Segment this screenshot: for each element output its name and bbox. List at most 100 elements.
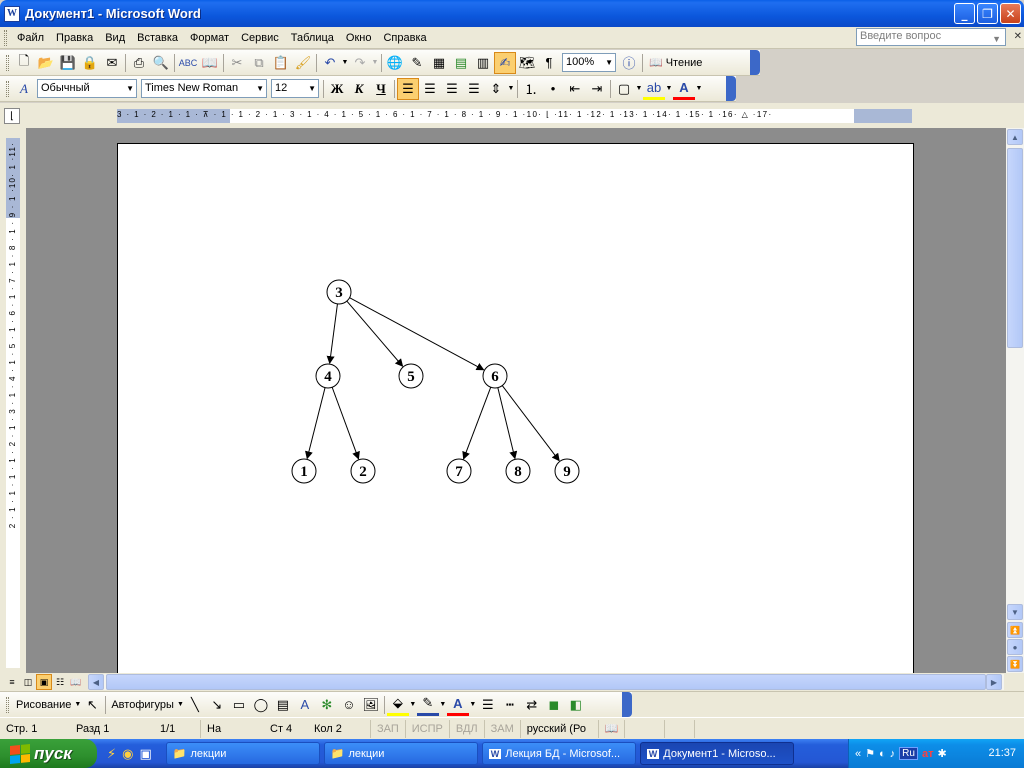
normal-view-icon[interactable]: ≡	[4, 674, 20, 690]
arrow-icon[interactable]: ↘	[206, 694, 228, 716]
tree-node[interactable]: 1	[291, 458, 317, 484]
menu-table[interactable]: Таблица	[285, 30, 340, 46]
scroll-down-icon[interactable]: ▼	[1007, 604, 1023, 620]
help-icon[interactable]: ⓘ	[618, 52, 640, 74]
diagram-icon[interactable]: ✻	[316, 694, 338, 716]
menu-edit[interactable]: Правка	[50, 30, 99, 46]
security-icon[interactable]: ◐	[879, 748, 886, 760]
italic-button[interactable]: К	[348, 78, 370, 100]
align-right-icon[interactable]: ☰	[441, 78, 463, 100]
reading-layout-button[interactable]: 📖 Чтение	[645, 56, 706, 70]
tree-edge-arrow[interactable]	[501, 385, 560, 462]
scroll-left-icon[interactable]: ◀	[88, 674, 104, 690]
start-button[interactable]: пуск	[0, 739, 97, 768]
menu-format[interactable]: Формат	[184, 30, 235, 46]
undo-dropdown-icon[interactable]: ▼	[341, 52, 349, 74]
tree-node[interactable]: 2	[350, 458, 376, 484]
tray-expand-icon[interactable]: «	[855, 748, 861, 760]
close-button[interactable]: ✕	[1000, 3, 1021, 24]
menu-window[interactable]: Окно	[340, 30, 378, 46]
tree-node[interactable]: 3	[326, 279, 352, 305]
picture-icon[interactable]: 🖼	[360, 694, 382, 716]
styles-formatting-icon[interactable]: A	[13, 78, 35, 100]
dash-style-icon[interactable]: ┅	[499, 694, 521, 716]
spelling-status-icon[interactable]: 📖	[597, 719, 625, 738]
tree-edge-arrow[interactable]	[462, 387, 492, 460]
wordart-icon[interactable]: A	[294, 694, 316, 716]
select-objects-icon[interactable]: ↖	[81, 694, 103, 716]
print-preview-icon[interactable]: 🔍	[150, 52, 172, 74]
arrow-style-icon[interactable]: ⇄	[521, 694, 543, 716]
toolbar-grip[interactable]	[6, 696, 9, 713]
minimize-button[interactable]: _	[954, 3, 975, 24]
horizontal-scroll-thumb[interactable]	[106, 674, 986, 690]
cut-icon[interactable]: ✂	[226, 52, 248, 74]
taskbar-item-word-active[interactable]: W Документ1 - Microso...	[639, 742, 794, 765]
speaker-icon[interactable]: ♪	[890, 748, 896, 760]
taskbar-item-folder[interactable]: 📁 лекции	[165, 742, 320, 765]
tree-node[interactable]: 4	[315, 363, 341, 389]
tab-selector-button[interactable]: ⌊	[4, 108, 20, 124]
tables-borders-icon[interactable]: ✎	[406, 52, 428, 74]
font-size-combo[interactable]: 12 ▼	[271, 79, 319, 98]
status-rec[interactable]: ЗАП	[370, 719, 405, 738]
toolbar-grip[interactable]	[6, 80, 9, 97]
browse-object-icon[interactable]: ●	[1007, 639, 1023, 655]
language-indicator[interactable]: Ru	[899, 747, 918, 760]
open-folder-icon[interactable]: 📂	[35, 52, 57, 74]
highlight-dropdown-icon[interactable]: ▼	[665, 78, 673, 100]
clipart-icon[interactable]: ☺	[338, 694, 360, 716]
save-icon[interactable]: 💾	[57, 52, 79, 74]
oval-icon[interactable]: ◯	[250, 694, 272, 716]
chevron-down-icon[interactable]: ▼	[74, 701, 81, 708]
reading-view-icon[interactable]: 📖	[68, 674, 84, 690]
status-ext[interactable]: ВДЛ	[448, 719, 484, 738]
desktop-icon[interactable]: ▣	[139, 746, 151, 762]
status-language[interactable]: русский (Ро	[519, 719, 598, 738]
format-painter-icon[interactable]: 🖌	[292, 52, 314, 74]
autoshapes-button[interactable]: Автофигуры	[108, 699, 177, 711]
tree-node[interactable]: 6	[482, 363, 508, 389]
textbox-icon[interactable]: ▤	[272, 694, 294, 716]
font-combo[interactable]: Times New Roman ▼	[141, 79, 267, 98]
next-page-icon[interactable]: ⏬	[1007, 656, 1023, 672]
tree-diagram[interactable]: 3 4 5 6 1 2 7 8 9	[118, 144, 915, 673]
insert-table-icon[interactable]: ▦	[428, 52, 450, 74]
toolbar-grip[interactable]	[4, 29, 7, 46]
chevron-down-icon[interactable]: ▼	[308, 84, 316, 93]
font-color-icon[interactable]: A	[673, 78, 695, 100]
style-combo[interactable]: Обычный ▼	[37, 79, 137, 98]
numbering-icon[interactable]: ⒈	[520, 78, 542, 100]
word-app-icon[interactable]: W	[4, 5, 20, 22]
vertical-ruler[interactable]: 2 · 1 · 1 · 1 · 1 · 2 · 1 · 3 · 1 · 4 · …	[6, 138, 20, 668]
line-color-icon[interactable]: ✎	[416, 694, 439, 716]
justify-icon[interactable]: ☰	[463, 78, 485, 100]
menu-file[interactable]: Файл	[11, 30, 50, 46]
taskbar-item-word[interactable]: W Лекция БД - Microsof...	[481, 742, 636, 765]
menu-tools[interactable]: Сервис	[235, 30, 285, 46]
tree-edge-arrow[interactable]	[326, 303, 338, 365]
vertical-scrollbar[interactable]: ▲ ▼ ⏫ ● ⏬	[1006, 128, 1024, 673]
chevron-down-icon[interactable]: ▼	[992, 34, 1001, 44]
taskbar-item-folder[interactable]: 📁 лекции	[323, 742, 478, 765]
new-document-icon[interactable]: 🗋	[13, 52, 35, 74]
borders-icon[interactable]: ▢	[613, 78, 635, 100]
chevron-down-icon[interactable]: ▼	[256, 84, 264, 93]
align-center-icon[interactable]: ☰	[419, 78, 441, 100]
network-icon[interactable]: ⚑	[865, 747, 875, 760]
email-icon[interactable]: ✉	[101, 52, 123, 74]
menu-help[interactable]: Справка	[377, 30, 432, 46]
tree-node[interactable]: 8	[505, 458, 531, 484]
tree-node[interactable]: 5	[398, 363, 424, 389]
tree-edge-arrow[interactable]	[349, 297, 485, 371]
decrease-indent-icon[interactable]: ⇤	[564, 78, 586, 100]
spelling-icon[interactable]: ABC	[177, 52, 199, 74]
document-map-icon[interactable]: 🗺	[516, 52, 538, 74]
quick-launch-app-icon[interactable]: ⚡	[107, 746, 116, 762]
font-color-icon[interactable]: A	[446, 694, 469, 716]
print-layout-icon[interactable]: ▣	[36, 674, 52, 690]
tree-node[interactable]: 7	[446, 458, 472, 484]
paste-icon[interactable]: 📋	[270, 52, 292, 74]
title-bar[interactable]: W Документ1 - Microsoft Word _ ❐ ✕	[0, 0, 1024, 27]
scroll-up-icon[interactable]: ▲	[1007, 129, 1023, 145]
